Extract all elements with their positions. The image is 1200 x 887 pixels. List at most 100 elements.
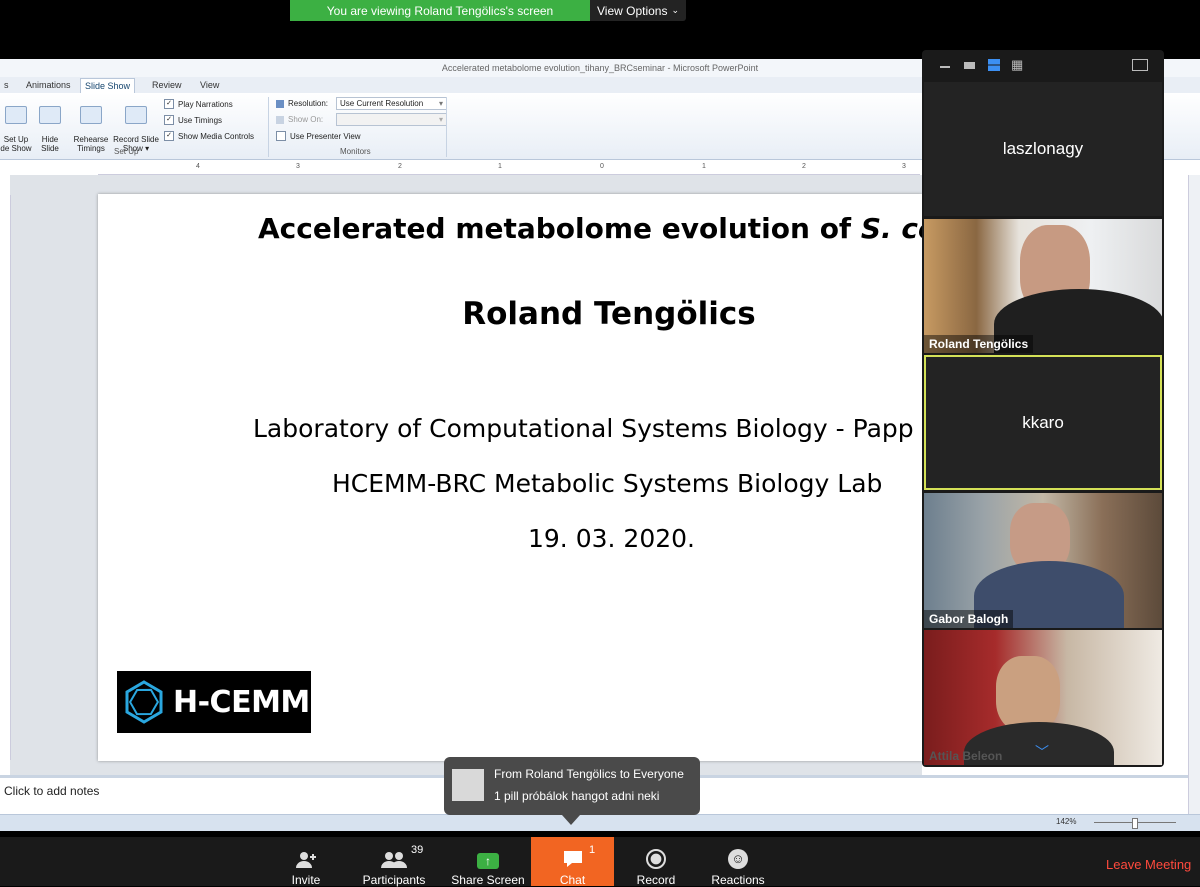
smiley-icon: ☺ xyxy=(728,849,748,869)
chevron-down-icon: ▾ xyxy=(438,115,443,124)
record-icon xyxy=(646,849,666,869)
participant-gallery: ▦ laszlonagy Roland Tengölics kkaro Gabo… xyxy=(922,50,1164,767)
tab-partial[interactable]: s xyxy=(0,78,13,93)
show-media-controls-label: Show Media Controls xyxy=(178,131,255,141)
hide-slide-icon xyxy=(39,106,61,124)
grid-view-icon[interactable]: ▦ xyxy=(1011,58,1023,71)
share-screen-button[interactable]: ↑ Share Screen xyxy=(448,837,528,887)
resolution-select[interactable]: Use Current Resolution ▾ xyxy=(336,97,447,110)
participant-label: Roland Tengölics xyxy=(924,335,1034,353)
slide-date: 19. 03. 2020. xyxy=(528,524,695,553)
zoom-level[interactable]: 142% xyxy=(1056,817,1076,826)
vertical-ruler xyxy=(0,195,11,760)
show-media-controls-checkbox[interactable]: ✓ Show Media Controls xyxy=(164,131,254,141)
chat-notification[interactable]: From Roland Tengölics to Everyone 1 pill… xyxy=(444,757,700,815)
checkbox-unchecked-icon xyxy=(276,131,286,141)
ruler-number: 1 xyxy=(498,163,502,170)
play-narrations-label: Play Narrations xyxy=(178,99,233,109)
rehearse-icon xyxy=(80,106,102,124)
participant-tile[interactable]: Roland Tengölics xyxy=(924,219,1162,353)
hide-slide-label: Hide Slide xyxy=(41,135,59,153)
invite-label: Invite xyxy=(291,873,321,887)
vertical-scrollbar[interactable] xyxy=(1188,175,1200,815)
tab-view[interactable]: View xyxy=(196,78,223,93)
zoom-slider-thumb[interactable] xyxy=(1132,818,1138,829)
chat-message: 1 pill próbálok hangot adni neki xyxy=(494,789,660,803)
leave-meeting-button[interactable]: Leave Meeting xyxy=(1106,857,1191,872)
tab-animations[interactable]: Animations xyxy=(22,78,75,93)
ruler-number: 2 xyxy=(802,163,806,170)
checkbox-checked-icon: ✓ xyxy=(164,131,174,141)
setup-show-icon xyxy=(5,106,27,124)
invite-button[interactable]: Invite xyxy=(282,837,330,887)
share-screen-label: Share Screen xyxy=(451,873,525,887)
setup-slide-show-button[interactable]: Set Up de Show xyxy=(0,97,34,153)
show-on-select[interactable]: ▾ xyxy=(336,113,447,126)
strip-view-icon[interactable] xyxy=(988,59,1000,71)
participant-label: Gabor Balogh xyxy=(924,610,1014,628)
hexagon-logo-icon xyxy=(125,680,163,724)
group-separator xyxy=(446,97,447,157)
chat-button[interactable]: Chat 1 xyxy=(531,837,614,887)
participants-label: Participants xyxy=(362,873,426,887)
participant-tile[interactable]: Attila Beleon ﹀ xyxy=(924,630,1162,765)
chevron-down-icon[interactable]: ﹀ xyxy=(1035,742,1049,762)
participant-name: laszlonagy xyxy=(1002,139,1084,158)
ruler-number: 3 xyxy=(902,163,906,170)
avatar xyxy=(452,769,484,801)
record-slide-show-button[interactable]: Record Slide Show ▾ xyxy=(110,97,162,153)
horizontal-ruler: 4 3 2 1 0 1 2 3 xyxy=(98,163,920,175)
logo-text: H-CEMM xyxy=(173,684,310,720)
view-options-button[interactable]: View Options ⌄ xyxy=(590,0,686,21)
participant-tile[interactable]: laszlonagy xyxy=(924,82,1162,216)
participant-tile[interactable]: Gabor Balogh xyxy=(924,493,1162,628)
use-timings-label: Use Timings xyxy=(178,115,223,125)
slide[interactable]: Accelerated metabolome evolution of S. c… xyxy=(98,194,922,761)
checkbox-checked-icon: ✓ xyxy=(164,99,174,109)
chat-label: Chat xyxy=(559,873,586,887)
tab-slide-show[interactable]: Slide Show xyxy=(80,78,136,94)
participant-name: kkaro xyxy=(1022,412,1064,432)
slide-title-text: Accelerated metabolome evolution of xyxy=(258,212,861,245)
reactions-label: Reactions xyxy=(711,873,765,887)
show-on-row: Show On: xyxy=(276,115,323,124)
chat-unread-badge: 1 xyxy=(589,844,596,856)
notes-placeholder: Click to add notes xyxy=(4,784,100,798)
screen-share-banner: You are viewing Roland Tengölics's scree… xyxy=(290,0,590,21)
group-separator xyxy=(268,97,269,157)
status-bar: 142% xyxy=(0,814,1200,831)
slide-lab-line: Laboratory of Computational Systems Biol… xyxy=(253,414,914,443)
person-add-icon xyxy=(296,852,316,868)
ruler-number: 2 xyxy=(398,163,402,170)
tab-review[interactable]: Review xyxy=(148,78,186,93)
record-button[interactable]: Record xyxy=(630,837,682,887)
minimize-icon[interactable] xyxy=(940,66,950,68)
use-presenter-view-checkbox[interactable]: Use Presenter View xyxy=(276,131,361,141)
slide-lab2-line: HCEMM-BRC Metabolic Systems Biology Lab xyxy=(332,469,883,498)
setup-group-label: Set Up xyxy=(114,147,139,156)
use-timings-checkbox[interactable]: ✓ Use Timings xyxy=(164,115,222,125)
share-arrow-icon: ↑ xyxy=(477,853,499,869)
gallery-header: ▦ xyxy=(922,50,1164,80)
show-on-label: Show On: xyxy=(288,115,324,124)
hide-slide-button[interactable]: Hide Slide xyxy=(36,97,64,153)
monitors-group-label: Monitors xyxy=(340,147,371,156)
ruler-number: 1 xyxy=(702,163,706,170)
fullscreen-icon[interactable] xyxy=(1132,59,1148,71)
rehearse-timings-button[interactable]: Rehearse Timings xyxy=(72,97,110,153)
reactions-button[interactable]: ☺ Reactions xyxy=(706,837,770,887)
record-label: Record xyxy=(636,873,676,887)
hcemm-logo: H-CEMM xyxy=(117,671,311,733)
slide-author: Roland Tengölics xyxy=(462,296,756,332)
meeting-toolbar: Invite Participants 39 ↑ Share Screen Ch… xyxy=(0,837,1200,887)
chevron-down-icon: ⌄ xyxy=(671,5,680,15)
ruler-number: 0 xyxy=(600,163,604,170)
play-narrations-checkbox[interactable]: ✓ Play Narrations xyxy=(164,99,233,109)
participant-tile-active-speaker[interactable]: kkaro xyxy=(924,355,1162,490)
participants-icon xyxy=(381,852,407,868)
slide-title-italic: S. cerev xyxy=(860,212,922,245)
speaker-view-icon[interactable] xyxy=(964,62,975,69)
participant-label: Attila Beleon xyxy=(929,749,1003,763)
ruler-number: 4 xyxy=(196,163,200,170)
chevron-down-icon: ▾ xyxy=(438,99,443,108)
